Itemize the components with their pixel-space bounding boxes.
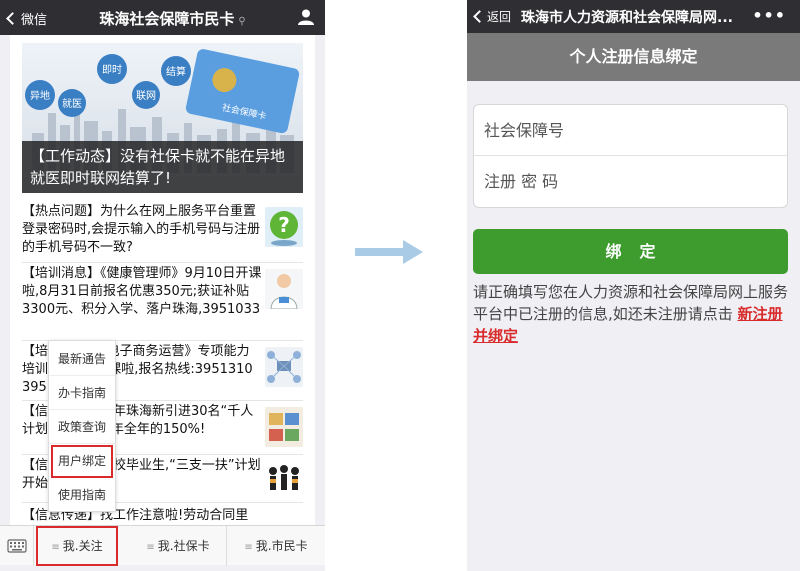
documents-thumbnail [265, 407, 303, 447]
bubble-label: 结算 [166, 65, 186, 78]
form-title: 个人注册信息绑定 [467, 33, 800, 81]
arrow-right-icon [355, 240, 423, 264]
back-button[interactable]: 返回 [473, 8, 511, 25]
page-title: 珠海市人力资源和社会保障局网... [521, 10, 733, 26]
submenu-popup: 最新通告 办卡指南 政策查询 用户绑定 使用指南 [48, 340, 116, 512]
wechat-header: 返回 珠海市人力资源和社会保障局网... ••• [467, 0, 800, 33]
bind-button[interactable]: 绑定 [473, 229, 788, 274]
chevron-left-icon [6, 12, 19, 25]
list-item-title: 【热点问题】为什么在网上服务平台重置登录密码时,会提示输入的手机号码与注册的手机… [22, 204, 261, 255]
banner-caption[interactable]: 【工作动态】没有社保卡就不能在异地就医即时联网结算了! [22, 141, 303, 193]
bubble-label: 异地 [30, 89, 50, 102]
question-mark-thumbnail: ? [265, 207, 303, 247]
bubble-label: 联网 [136, 90, 156, 102]
menu-item-usage-guide[interactable]: 使用指南 [49, 479, 115, 512]
back-label: 返回 [487, 10, 512, 24]
menu-item-policy-query[interactable]: 政策查询 [49, 411, 115, 444]
network-thumbnail [265, 347, 303, 387]
social-security-number-row [474, 105, 787, 156]
social-security-number-input[interactable] [484, 121, 774, 140]
tab-label: 我.关注 [62, 539, 103, 553]
back-button[interactable]: 微信 [6, 9, 47, 28]
menu-lines-icon: ≡ [244, 542, 253, 553]
svg-text:?: ? [278, 213, 290, 237]
keyboard-icon [7, 539, 27, 553]
stage: 微信 珠海社会保障市民卡 ⚲ 异地 就医 即时 联网 结算 社会保障卡 【工作动… [0, 0, 800, 571]
tab-my-citizen-card[interactable]: ≡ 我.市民卡 [227, 526, 325, 566]
wechat-header: 微信 珠海社会保障市民卡 ⚲ [0, 0, 325, 35]
bubble-label: 即时 [102, 64, 122, 76]
doctor-thumbnail [265, 269, 303, 309]
tab-label: 我.市民卡 [255, 539, 308, 553]
tab-label: 我.社保卡 [157, 539, 210, 553]
location-pin-icon: ⚲ [238, 16, 246, 27]
menu-item-card-guide[interactable]: 办卡指南 [49, 377, 115, 410]
menu-item-user-binding[interactable]: 用户绑定 [51, 445, 113, 478]
chevron-left-icon [473, 10, 486, 23]
more-options-icon[interactable]: ••• [752, 6, 786, 25]
left-phone-screen: 微信 珠海社会保障市民卡 ⚲ 异地 就医 即时 联网 结算 社会保障卡 【工作动… [0, 0, 325, 571]
people-thumbnail [265, 461, 303, 501]
menu-item-latest-notice[interactable]: 最新通告 [49, 343, 115, 376]
tab-my-follow[interactable]: ≡ 我.关注 [36, 526, 118, 566]
menu-lines-icon: ≡ [146, 542, 155, 553]
list-item[interactable]: 【热点问题】为什么在网上服务平台重置登录密码时,会提示输入的手机号码与注册的手机… [22, 203, 303, 263]
keyboard-toggle[interactable] [0, 526, 34, 566]
banner[interactable]: 异地 就医 即时 联网 结算 社会保障卡 【工作动态】没有社保卡就不能在异地就医… [22, 43, 303, 193]
page-title-text: 珠海社会保障市民卡 [99, 10, 235, 28]
menu-lines-icon: ≡ [51, 542, 60, 553]
back-label: 微信 [21, 13, 48, 28]
bottom-menu-bar: ≡ 我.关注 ≡ 我.社保卡 ≡ 我.市民卡 [0, 525, 325, 566]
password-row [474, 156, 787, 207]
right-phone-screen: 返回 珠海市人力资源和社会保障局网... ••• 个人注册信息绑定 绑定 请正确… [467, 0, 800, 571]
user-icon[interactable] [297, 8, 315, 26]
tab-my-social-card[interactable]: ≡ 我.社保卡 [130, 526, 227, 566]
list-item-title: 【培训消息】《健康管理师》9月10日开课啦,8月31日前报名优惠350元;获证补… [22, 266, 262, 317]
list-item[interactable]: 【培训消息】《健康管理师》9月10日开课啦,8月31日前报名优惠350元;获证补… [22, 265, 303, 341]
binding-form [473, 104, 788, 208]
register-hint: 请正确填写您在人力资源和社会保障局网上服务平台中已注册的信息,如还未注册请点击 … [473, 281, 793, 347]
bubble-label: 就医 [62, 97, 82, 110]
page-title: 珠海社会保障市民卡 ⚲ [60, 8, 285, 29]
password-input[interactable] [484, 172, 774, 191]
